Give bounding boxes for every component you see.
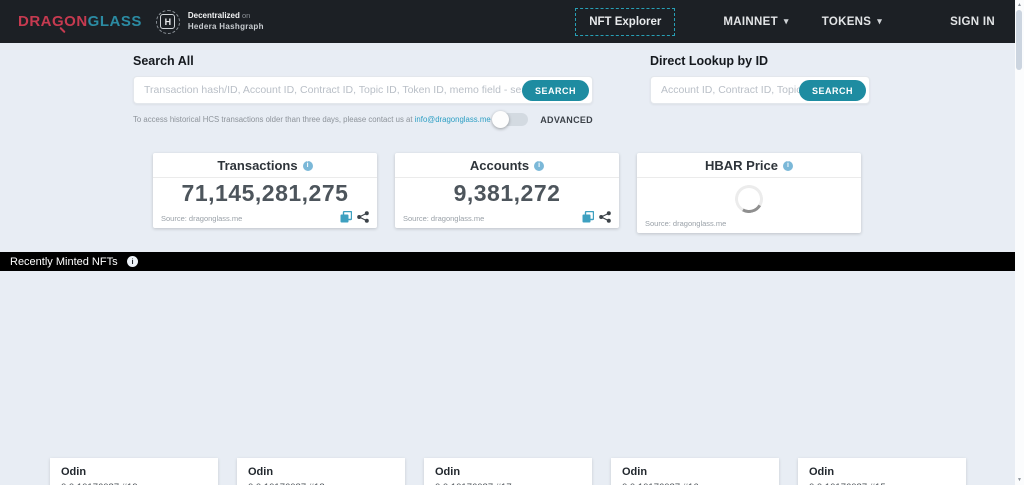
recently-minted-nfts-bar: Recently Minted NFTs i: [0, 252, 1015, 271]
sign-in-button[interactable]: SIGN IN: [950, 16, 995, 28]
mainnet-dropdown[interactable]: MAINNET ▾: [723, 16, 788, 28]
tagline-on: on: [241, 11, 251, 21]
share-icon[interactable]: [599, 211, 611, 223]
page: DRAGONGLASS H Decentralized on Hedera Ha…: [0, 0, 1024, 485]
tagline-hedera-hashgraph: Hedera Hashgraph: [187, 21, 264, 31]
nft-card[interactable]: Odin 0.0.10176087 #19: [50, 458, 218, 485]
loading-spinner-icon: [731, 181, 767, 217]
search-all-section: Search All SEARCH To access historical H…: [133, 54, 593, 128]
accounts-card-footer: Source: dragonglass.me: [395, 211, 619, 228]
logo-text-glass: GLASS: [87, 13, 142, 30]
vertical-scrollbar[interactable]: ▲ ▼: [1015, 0, 1024, 485]
nft-name: Odin: [61, 466, 87, 478]
info-icon[interactable]: i: [782, 160, 793, 171]
nft-card[interactable]: Odin 0.0.10176087 #15: [798, 458, 966, 485]
tokens-label: TOKENS: [821, 15, 872, 28]
share-icon[interactable]: [357, 211, 369, 223]
nft-name: Odin: [622, 466, 648, 478]
accounts-count: 9,381,272: [453, 180, 561, 206]
hedera-tagline: Decentralized on Hedera Hashgraph: [188, 11, 264, 32]
nft-name: Odin: [809, 466, 835, 478]
hbar-price-card-footer: Source: dragonglass.me: [637, 219, 861, 233]
logo-text-dragon: DRAGON: [18, 13, 88, 30]
transactions-card-title: Transactions: [217, 158, 298, 173]
nft-name: Odin: [435, 466, 461, 478]
tagline-decentralized: Decentralized: [187, 11, 240, 21]
scroll-up-icon[interactable]: ▲: [1015, 2, 1024, 8]
contact-email-link[interactable]: info@dragonglass.me: [415, 115, 491, 124]
search-all-button[interactable]: SEARCH: [521, 80, 589, 101]
advanced-toggle[interactable]: [492, 111, 529, 128]
accounts-card-title: Accounts: [469, 158, 530, 173]
transactions-count: 71,145,281,275: [181, 180, 349, 206]
nft-name: Odin: [248, 466, 274, 478]
accounts-card-header: Accounts i: [395, 153, 619, 177]
advanced-label: ADVANCED: [540, 114, 593, 125]
nft-card[interactable]: Odin 0.0.10176087 #17: [424, 458, 592, 485]
info-icon[interactable]: i: [534, 160, 545, 171]
hbar-price-card: HBAR Price i Source: dragonglass.me: [637, 153, 861, 233]
hedera-logo-icon: H: [155, 9, 180, 34]
navbar-menu: NFT Explorer MAINNET ▾ TOKENS ▾ SIGN IN: [575, 7, 995, 36]
copy-icon[interactable]: [340, 211, 352, 223]
hcs-note-text: To access historical HCS transactions ol…: [133, 115, 415, 124]
hedera-h-letter: H: [160, 14, 176, 29]
scroll-down-icon[interactable]: ▼: [1015, 477, 1024, 483]
chevron-down-icon: ▾: [877, 16, 883, 26]
direct-lookup-title: Direct Lookup by ID: [650, 54, 769, 68]
source-label: Source: dragonglass.me: [403, 214, 485, 223]
copy-icon[interactable]: [582, 211, 594, 223]
info-icon[interactable]: i: [127, 256, 139, 267]
search-note-row: To access historical HCS transactions ol…: [133, 111, 593, 128]
nft-card[interactable]: Odin 0.0.10176087 #16: [611, 458, 779, 485]
transactions-card-footer: Source: dragonglass.me: [153, 211, 377, 228]
accounts-card: Accounts i 9,381,272 Source: dragonglass…: [395, 153, 619, 228]
main-content: Search All SEARCH To access historical H…: [0, 43, 1015, 485]
hbar-price-card-header: HBAR Price i: [637, 153, 861, 177]
scrollbar-thumb[interactable]: [1016, 10, 1022, 70]
source-label: Source: dragonglass.me: [161, 214, 243, 223]
hcs-note: To access historical HCS transactions ol…: [133, 115, 491, 124]
search-all-input-wrap: SEARCH: [133, 76, 593, 104]
direct-lookup-section: Direct Lookup by ID SEARCH: [650, 54, 870, 104]
transactions-card-header: Transactions i: [153, 153, 377, 177]
tokens-dropdown[interactable]: TOKENS ▾: [822, 16, 882, 28]
chevron-down-icon: ▾: [783, 16, 789, 26]
direct-lookup-search-button[interactable]: SEARCH: [798, 80, 866, 101]
direct-lookup-input-wrap: SEARCH: [650, 76, 870, 104]
nft-card[interactable]: Odin 0.0.10176087 #18: [237, 458, 405, 485]
search-all-title: Search All: [133, 54, 194, 68]
hbar-price-loading: [637, 178, 861, 220]
transactions-card: Transactions i 71,145,281,275 Source: dr…: [153, 153, 377, 228]
nft-explorer-button[interactable]: NFT Explorer: [575, 7, 676, 36]
hbar-price-card-title: HBAR Price: [705, 158, 778, 173]
dragonglass-logo[interactable]: DRAGONGLASS: [18, 13, 142, 34]
top-navbar: DRAGONGLASS H Decentralized on Hedera Ha…: [0, 0, 1015, 43]
recently-minted-nfts-title: Recently Minted NFTs: [10, 255, 118, 268]
mainnet-label: MAINNET: [723, 15, 778, 28]
info-icon[interactable]: i: [302, 160, 313, 171]
source-label: Source: dragonglass.me: [645, 219, 727, 228]
